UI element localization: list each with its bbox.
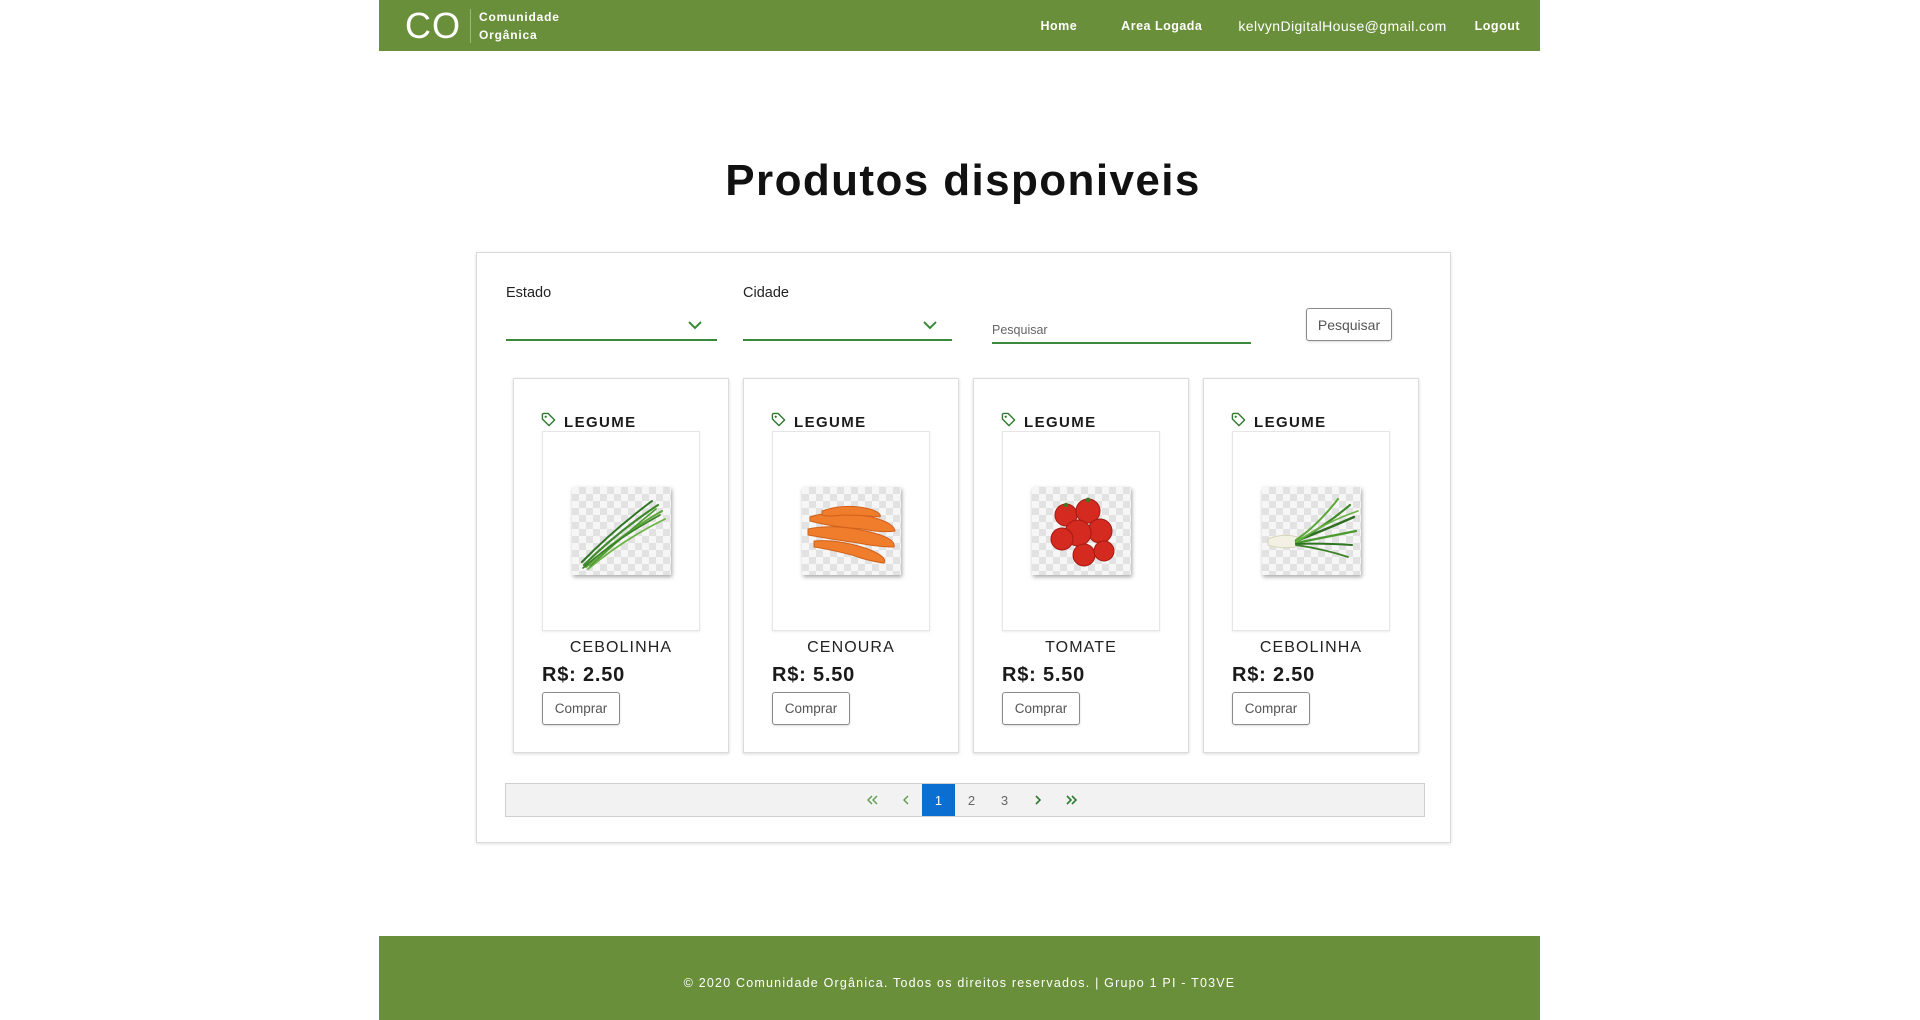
buy-button[interactable]: Comprar <box>772 692 850 725</box>
logo-mark: CO <box>405 4 461 46</box>
product-name: CEBOLINHA <box>1259 639 1363 656</box>
product-image-frame <box>1232 431 1390 631</box>
first-page-button[interactable] <box>856 784 889 816</box>
user-email: kelvynDigitalHouse@gmail.com <box>1238 17 1447 34</box>
buy-button[interactable]: Comprar <box>1002 692 1080 725</box>
double-chevron-left-icon <box>866 795 877 805</box>
search-input[interactable] <box>992 310 1251 344</box>
page-1-button[interactable]: 1 <box>922 784 955 816</box>
double-chevron-right-icon <box>1065 795 1077 805</box>
nav-area-logada-link[interactable]: Area Logada <box>1121 19 1202 33</box>
page-title: Produtos disponiveis <box>725 156 1201 205</box>
top-navbar: CO Comunidade Orgânica Home Area Logada … <box>379 0 1540 51</box>
carrots-image <box>802 487 901 575</box>
estado-select[interactable] <box>506 313 717 341</box>
category-tag: LEGUME <box>1231 412 1327 432</box>
page-3-button[interactable]: 3 <box>988 784 1021 816</box>
product-price: R$: 5.50 <box>1002 664 1086 686</box>
footer: © 2020 Comunidade Orgânica. Todos os dir… <box>379 936 1540 1020</box>
tag-icon <box>541 412 556 432</box>
product-price: R$: 2.50 <box>542 664 626 686</box>
product-card: LEGUME CEBOLINHA R$: 2.50 Comprar <box>513 378 729 753</box>
chevron-down-icon <box>922 318 938 336</box>
logo-text-line2: Orgânica <box>479 27 538 42</box>
chevron-left-icon <box>902 795 908 805</box>
buy-button[interactable]: Comprar <box>1232 692 1310 725</box>
prev-page-button[interactable] <box>889 784 922 816</box>
product-price: R$: 2.50 <box>1232 664 1316 686</box>
cidade-select[interactable] <box>743 313 952 341</box>
logo-text: Comunidade Orgânica <box>479 8 560 44</box>
buy-button[interactable]: Comprar <box>542 692 620 725</box>
tag-icon <box>1001 412 1016 432</box>
product-price: R$: 5.50 <box>772 664 856 686</box>
product-name: CEBOLINHA <box>569 639 673 656</box>
product-card: LEGUME <box>1203 378 1419 753</box>
next-page-button[interactable] <box>1021 784 1054 816</box>
logo-text-line1: Comunidade <box>479 9 560 24</box>
products-panel: Estado Cidade Pesquisar LEGUME <box>476 252 1451 843</box>
tomatoes-image <box>1032 487 1131 575</box>
nav-logout-link[interactable]: Logout <box>1475 19 1520 33</box>
chives-image <box>572 487 671 575</box>
product-name: CENOURA <box>807 639 895 656</box>
product-name: TOMATE <box>1045 639 1117 656</box>
page-2-button[interactable]: 2 <box>955 784 988 816</box>
product-image-frame <box>772 431 930 631</box>
product-image-frame <box>1002 431 1160 631</box>
category-tag: LEGUME <box>541 412 637 432</box>
nav-home-link[interactable]: Home <box>1040 19 1077 33</box>
category-tag: LEGUME <box>771 412 867 432</box>
category-label: LEGUME <box>1254 413 1327 431</box>
pagination-bar: 1 2 3 <box>505 783 1425 817</box>
product-image-frame <box>542 431 700 631</box>
product-card: LEGUME CENOURA R$: 5.50 Comprar <box>743 378 959 753</box>
category-label: LEGUME <box>1024 413 1097 431</box>
green-onions-image <box>1262 487 1361 575</box>
logo-divider <box>470 8 471 43</box>
category-label: LEGUME <box>794 413 867 431</box>
tag-icon <box>1231 412 1246 432</box>
main-nav: Home Area Logada kelvynDigitalHouse@gmai… <box>1040 18 1520 34</box>
pager: 1 2 3 <box>856 784 1087 816</box>
category-label: LEGUME <box>564 413 637 431</box>
category-tag: LEGUME <box>1001 412 1097 432</box>
chevron-down-icon <box>687 318 703 336</box>
cidade-label: Cidade <box>743 285 789 301</box>
last-page-button[interactable] <box>1054 784 1087 816</box>
product-card: LEGUME <box>973 378 1189 753</box>
search-button[interactable]: Pesquisar <box>1306 308 1392 341</box>
logo[interactable]: CO Comunidade Orgânica <box>405 4 560 46</box>
tag-icon <box>771 412 786 432</box>
chevron-right-icon <box>1034 795 1041 805</box>
footer-copyright: © 2020 Comunidade Orgânica. Todos os dir… <box>683 976 1236 990</box>
estado-label: Estado <box>506 285 552 301</box>
